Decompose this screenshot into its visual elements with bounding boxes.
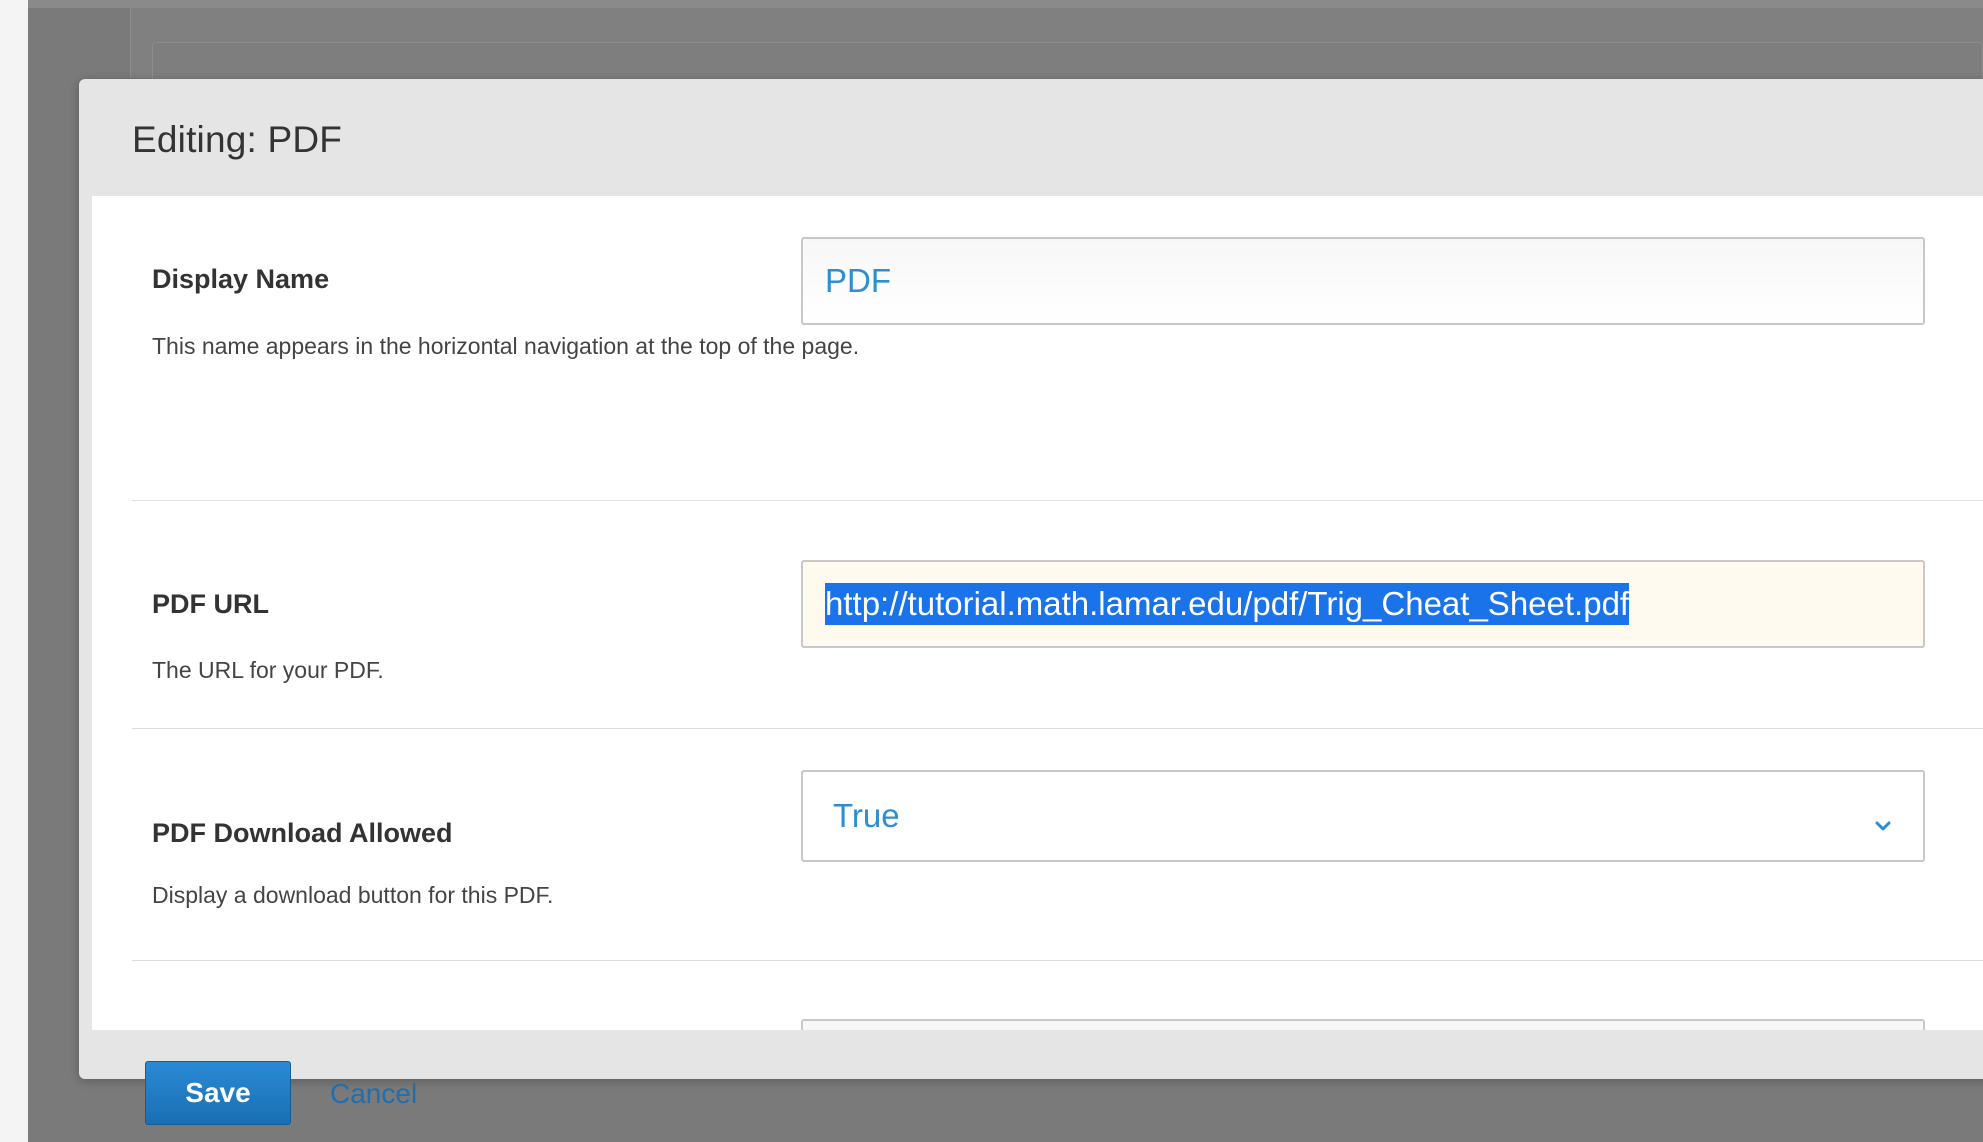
page-left-edge [0, 0, 28, 1142]
display-name-row: Display Name This name appears in the ho… [132, 196, 1983, 501]
pdf-url-input[interactable]: http://tutorial.math.lamar.edu/pdf/Trig_… [801, 560, 1925, 648]
edit-pdf-modal: Editing: PDF Display Name This name appe… [79, 79, 1983, 1125]
display-name-input[interactable]: PDF [801, 237, 1925, 325]
pdf-download-label: PDF Download Allowed [152, 818, 453, 848]
next-field-input[interactable] [801, 1019, 1925, 1030]
modal-footer: Save Cancel [79, 1030, 1983, 1142]
pdf-download-help: Display a download button for this PDF. [152, 882, 554, 908]
pdf-download-row: PDF Download Allowed Display a download … [132, 729, 1983, 961]
pdf-url-row: PDF URL The URL for your PDF. http://tut… [132, 501, 1983, 729]
display-name-label: Display Name [152, 264, 330, 294]
background-header [28, 0, 1983, 8]
display-name-value: PDF [825, 262, 891, 299]
pdf-download-selected-value: True [833, 797, 900, 834]
pdf-url-value: http://tutorial.math.lamar.edu/pdf/Trig_… [825, 583, 1630, 625]
chevron-down-icon[interactable] [1873, 806, 1893, 831]
cancel-link[interactable]: Cancel [330, 1078, 417, 1110]
pdf-url-label: PDF URL [152, 589, 269, 619]
next-field-row [132, 961, 1983, 1030]
display-name-help: This name appears in the horizontal navi… [152, 333, 860, 359]
modal-body[interactable]: Display Name This name appears in the ho… [92, 196, 1983, 1030]
background-panel-inner [152, 42, 1983, 82]
modal-title: Editing: PDF [132, 119, 343, 160]
pdf-url-help: The URL for your PDF. [152, 657, 384, 683]
pdf-download-select[interactable]: True [801, 770, 1925, 862]
save-button[interactable]: Save [145, 1061, 291, 1125]
